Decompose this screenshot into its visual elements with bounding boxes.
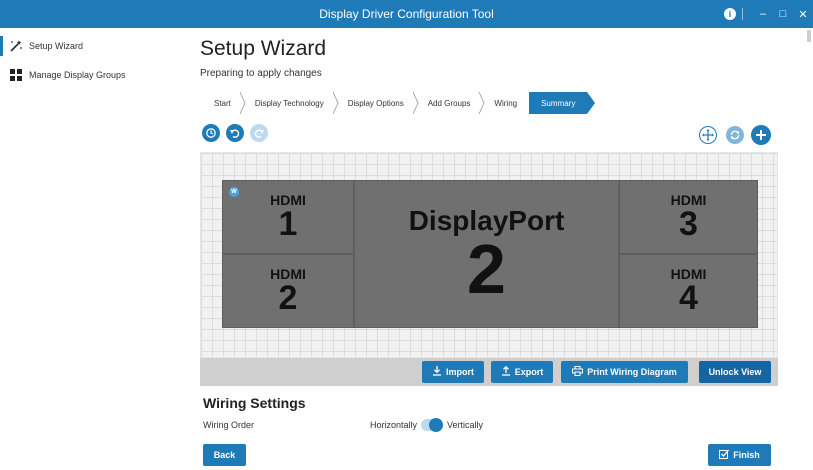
step-display-options[interactable]: Display Options (336, 92, 419, 114)
display-number: 1 (278, 205, 298, 243)
step-label: Display Options (347, 98, 404, 108)
display-canvas[interactable]: HDMI 1 DisplayPort 2 HDMI 3 HDMI 2 HDMI … (200, 152, 778, 358)
display-number: 3 (679, 205, 698, 243)
history-icon (206, 128, 216, 138)
display-panel[interactable]: DisplayPort 2 (354, 180, 619, 328)
step-label: Summary (541, 98, 576, 108)
divider (742, 8, 743, 20)
step-display-technology[interactable]: Display Technology (243, 92, 339, 114)
add-button[interactable] (751, 125, 771, 145)
window-title: Display Driver Configuration Tool (319, 7, 494, 21)
info-icon[interactable]: i (724, 8, 736, 20)
print-wiring-diagram-button[interactable]: Print Wiring Diagram (561, 361, 688, 383)
button-label: Finish (733, 450, 760, 460)
check-square-icon (719, 449, 730, 462)
finish-button[interactable]: Finish (708, 444, 771, 466)
button-label: Export (514, 367, 544, 377)
step-wiring[interactable]: Wiring (482, 92, 529, 114)
wizard-steps: Start Display Technology Display Options… (202, 92, 596, 114)
undo-icon (230, 129, 240, 138)
display-panel[interactable]: HDMI 4 (619, 254, 758, 328)
rotate-button[interactable] (726, 126, 744, 144)
grid-icon (3, 69, 29, 81)
sidebar-item-label: Manage Display Groups (29, 70, 126, 80)
redo-button[interactable] (250, 124, 268, 142)
main-content: Setup Wizard Preparing to apply changes … (186, 28, 813, 470)
download-icon (432, 365, 442, 379)
step-summary[interactable]: Summary (529, 92, 596, 114)
minimize-icon[interactable]: – (753, 8, 773, 20)
move-icon (702, 129, 714, 141)
wall-badge-icon[interactable]: W (229, 187, 239, 197)
sidebar-item-label: Setup Wizard (29, 41, 84, 51)
title-bar: Display Driver Configuration Tool i – □ … (0, 0, 813, 28)
back-button[interactable]: Back (203, 444, 246, 466)
display-panel[interactable]: HDMI 3 (619, 180, 758, 254)
history-button[interactable] (202, 124, 220, 142)
add-icon (756, 130, 766, 140)
scrollbar[interactable] (807, 30, 811, 42)
magic-wand-icon (3, 39, 29, 53)
button-label: Back (213, 450, 236, 460)
button-label: Unlock View (708, 367, 762, 377)
toggle-option-vertically[interactable]: Vertically (447, 420, 483, 430)
step-label: Display Technology (254, 98, 324, 108)
close-icon[interactable]: ✕ (793, 8, 813, 21)
toggle-knob (429, 418, 444, 432)
wiring-order-toggle-group: Horizontally Vertically (370, 418, 483, 432)
rotate-icon (730, 130, 740, 140)
printer-icon (572, 365, 584, 379)
wiring-order-toggle[interactable] (421, 418, 444, 432)
display-panel[interactable]: HDMI 2 (222, 254, 354, 328)
sidebar-item-setup-wizard[interactable]: Setup Wizard (0, 36, 83, 56)
unlock-view-button[interactable]: Unlock View (699, 361, 771, 383)
wiring-order-label: Wiring Order (203, 420, 255, 430)
display-number: 2 (467, 230, 506, 308)
undo-button[interactable] (226, 124, 244, 142)
step-label: Start (214, 98, 231, 108)
redo-icon (254, 129, 264, 138)
sidebar: Setup Wizard Manage Display Groups (0, 28, 185, 470)
sidebar-item-manage-display-groups[interactable]: Manage Display Groups (3, 65, 126, 85)
button-label: Print Wiring Diagram (587, 367, 677, 377)
display-wall: HDMI 1 DisplayPort 2 HDMI 3 HDMI 2 HDMI … (222, 180, 758, 328)
step-start[interactable]: Start (202, 92, 246, 114)
step-label: Add Groups (427, 98, 471, 108)
window-controls: i – □ ✕ (724, 0, 813, 28)
display-number: 4 (679, 279, 698, 317)
display-panel[interactable]: HDMI 1 (222, 180, 354, 254)
button-label: Import (446, 367, 474, 377)
page-subtitle: Preparing to apply changes (200, 68, 322, 79)
canvas-action-bar: Import Export Print Wiring Diagram Unloc… (200, 358, 778, 386)
wiring-settings-title: Wiring Settings (203, 395, 306, 411)
maximize-icon[interactable]: □ (773, 8, 793, 20)
page-title: Setup Wizard (200, 37, 327, 60)
chevron-right-icon (587, 92, 596, 114)
toggle-option-horizontally[interactable]: Horizontally (370, 420, 417, 430)
display-number: 2 (278, 279, 298, 317)
import-button[interactable]: Import (422, 361, 484, 383)
move-button[interactable] (699, 126, 717, 144)
export-button[interactable]: Export (491, 361, 553, 383)
step-add-groups[interactable]: Add Groups (416, 92, 485, 114)
upload-icon (501, 365, 511, 379)
step-label: Wiring (494, 98, 518, 108)
